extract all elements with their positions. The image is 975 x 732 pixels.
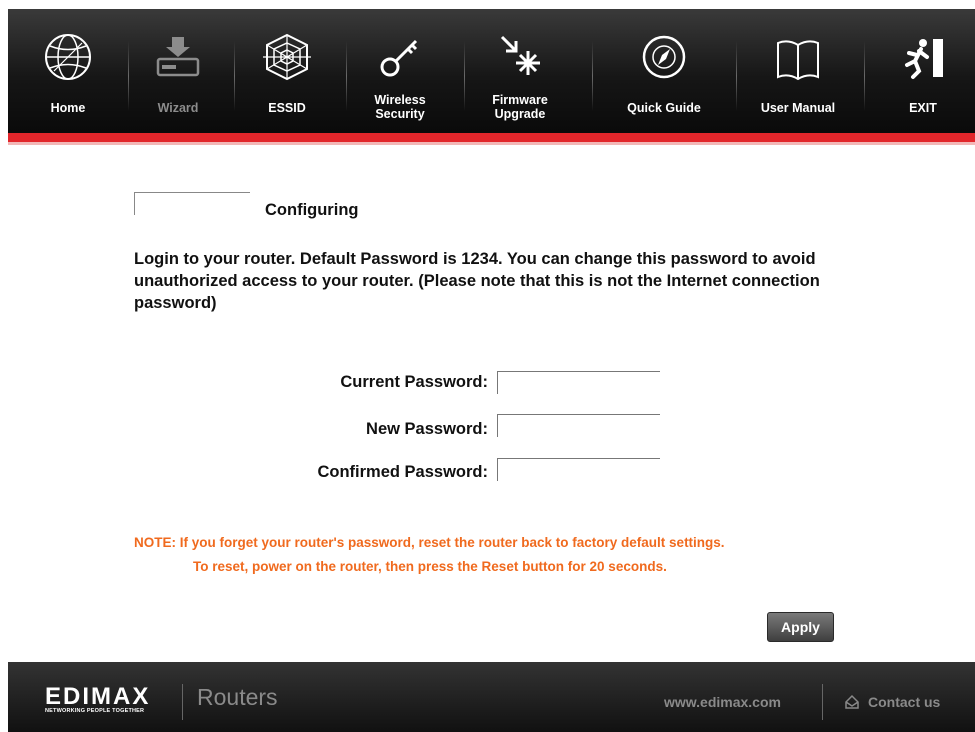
nav-home-label: Home — [50, 101, 86, 115]
nav-divider — [128, 41, 129, 111]
nav-wizard[interactable]: Wizard — [136, 9, 220, 133]
footer-bar: EDIMAX NETWORKING PEOPLE TOGETHER Router… — [8, 662, 975, 732]
current-password-input[interactable] — [497, 371, 660, 394]
label-line-2: Upgrade — [494, 107, 546, 121]
arrow-burst-icon — [500, 35, 540, 75]
intro-text: Login to your router. Default Password i… — [134, 250, 820, 312]
confirmed-password-input[interactable] — [497, 458, 660, 481]
nav-essid[interactable]: ESSID — [244, 9, 330, 133]
running-man-icon — [905, 39, 943, 79]
router-config-window: Home Wizard ESSID Wireless Security Firm… — [8, 9, 975, 732]
nav-essid-label: ESSID — [268, 101, 306, 115]
apply-button[interactable]: Apply — [767, 612, 834, 642]
nav-divider — [736, 41, 737, 111]
title-frame — [134, 192, 250, 215]
nav-user-manual[interactable]: User Manual — [748, 9, 848, 133]
website-link[interactable]: www.edimax.com — [664, 694, 781, 710]
web-icon — [263, 33, 311, 81]
top-navigation-bar: Home Wizard ESSID Wireless Security Firm… — [8, 9, 975, 133]
nav-wireless-security[interactable]: Wireless Security — [354, 9, 446, 133]
nav-divider — [234, 41, 235, 111]
nav-user-manual-label: User Manual — [760, 101, 836, 115]
label-line-2: Security — [375, 107, 425, 121]
globe-icon — [45, 34, 91, 80]
accent-stripe-light — [8, 142, 975, 145]
edimax-logo: EDIMAX NETWORKING PEOPLE TOGETHER — [45, 683, 150, 714]
nav-divider — [592, 41, 593, 111]
nav-quick-guide-label: Quick Guide — [627, 101, 701, 115]
nav-exit-label: EXIT — [909, 101, 937, 115]
book-icon — [777, 40, 819, 81]
confirmed-password-label: Confirmed Password: — [317, 463, 488, 481]
key-icon — [380, 39, 418, 77]
nav-firmware-upgrade[interactable]: Firmware Upgrade — [472, 9, 568, 133]
brand-name: EDIMAX — [45, 683, 151, 710]
footer-divider — [822, 684, 823, 720]
nav-divider — [464, 41, 465, 111]
reset-note-line-1: NOTE: If you forget your router's passwo… — [134, 535, 725, 550]
nav-quick-guide[interactable]: Quick Guide — [612, 9, 716, 133]
envelope-icon — [845, 694, 859, 709]
contact-us-link[interactable]: Contact us — [868, 694, 940, 710]
nav-exit[interactable]: EXIT — [878, 9, 968, 133]
nav-firmware-upgrade-label: Firmware Upgrade — [472, 93, 568, 121]
nav-home[interactable]: Home — [28, 9, 108, 133]
compass-icon — [642, 35, 686, 79]
accent-stripe — [8, 133, 975, 142]
download-drive-icon — [156, 37, 200, 77]
nav-divider — [864, 41, 865, 111]
nav-divider — [346, 41, 347, 111]
product-line-label: Routers — [197, 684, 278, 710]
label-line-1: Wireless — [374, 93, 426, 107]
label-line-1: Firmware — [492, 93, 548, 107]
new-password-input[interactable] — [497, 414, 660, 437]
brand-tagline: NETWORKING PEOPLE TOGETHER — [45, 708, 145, 714]
reset-note-line-2: To reset, power on the router, then pres… — [193, 559, 667, 574]
page-title: Configuring — [265, 201, 359, 219]
nav-wireless-security-label: Wireless Security — [354, 93, 446, 121]
current-password-label: Current Password: — [340, 373, 488, 391]
footer-divider — [182, 684, 183, 720]
nav-wizard-label: Wizard — [157, 101, 199, 115]
new-password-label: New Password: — [366, 420, 488, 438]
